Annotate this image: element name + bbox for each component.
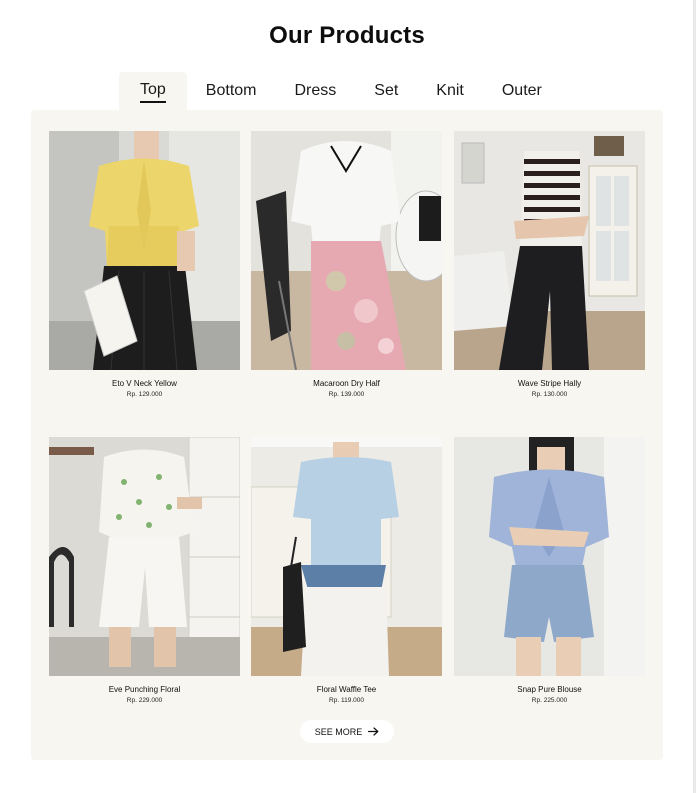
- tab-top[interactable]: Top: [119, 72, 187, 110]
- product-image-white-blouse[interactable]: [251, 131, 442, 370]
- see-more-label: SEE MORE: [314, 726, 363, 737]
- product-name[interactable]: Eve Punching Floral: [49, 685, 240, 694]
- product-name[interactable]: Eto V Neck Yellow: [49, 379, 240, 388]
- category-tabs: Top Bottom Dress Set Knit Outer: [119, 72, 561, 110]
- product-name[interactable]: Snap Pure Blouse: [454, 685, 645, 694]
- tab-knit[interactable]: Knit: [417, 72, 483, 110]
- tab-label: Outer: [501, 82, 542, 99]
- product-image-snap-blouse[interactable]: [454, 437, 645, 676]
- page-title: Our Products: [269, 22, 425, 49]
- tab-label: Set: [374, 82, 399, 99]
- product-card[interactable]: Eto V Neck Yellow Rp. 129.000: [49, 131, 240, 398]
- product-price: Rp. 130.000: [531, 391, 568, 398]
- product-image-waffle-tee[interactable]: [251, 437, 442, 676]
- tab-set[interactable]: Set: [355, 72, 417, 110]
- products-section: Our Products Top Bottom Dress Set Knit O…: [0, 0, 696, 793]
- product-name[interactable]: Floral Waffle Tee: [251, 685, 442, 694]
- arrow-right-icon: [368, 727, 379, 736]
- product-price: Rp. 139.000: [328, 391, 365, 398]
- product-image-stripe-knit[interactable]: [454, 131, 645, 370]
- product-card[interactable]: Floral Waffle Tee Rp. 119.000: [251, 437, 442, 704]
- tab-bottom[interactable]: Bottom: [187, 72, 276, 110]
- tab-label: Top: [140, 81, 166, 103]
- product-card[interactable]: Wave Stripe Hally Rp. 130.000: [454, 131, 645, 398]
- tab-outer[interactable]: Outer: [483, 72, 561, 110]
- product-name[interactable]: Wave Stripe Hally: [454, 379, 645, 388]
- product-image-punching-floral[interactable]: [49, 437, 240, 676]
- product-grid-panel: Eto V Neck Yellow Rp. 129.000 Macaroon D…: [31, 110, 663, 760]
- see-more-button[interactable]: SEE MORE: [300, 720, 394, 743]
- product-card[interactable]: Macaroon Dry Half Rp. 139.000: [251, 131, 442, 398]
- product-price: Rp. 225.000: [531, 697, 568, 704]
- product-name[interactable]: Macaroon Dry Half: [251, 379, 442, 388]
- product-price: Rp. 229.000: [126, 697, 163, 704]
- tab-label: Bottom: [205, 82, 257, 99]
- product-image-yellow-cardigan[interactable]: [49, 131, 240, 370]
- tab-label: Knit: [436, 82, 464, 99]
- product-price: Rp. 129.000: [126, 391, 163, 398]
- tab-dress[interactable]: Dress: [275, 72, 355, 110]
- product-price: Rp. 119.000: [329, 697, 364, 704]
- product-card[interactable]: Snap Pure Blouse Rp. 225.000: [454, 437, 645, 704]
- tab-label: Dress: [294, 82, 337, 99]
- product-card[interactable]: Eve Punching Floral Rp. 229.000: [49, 437, 240, 704]
